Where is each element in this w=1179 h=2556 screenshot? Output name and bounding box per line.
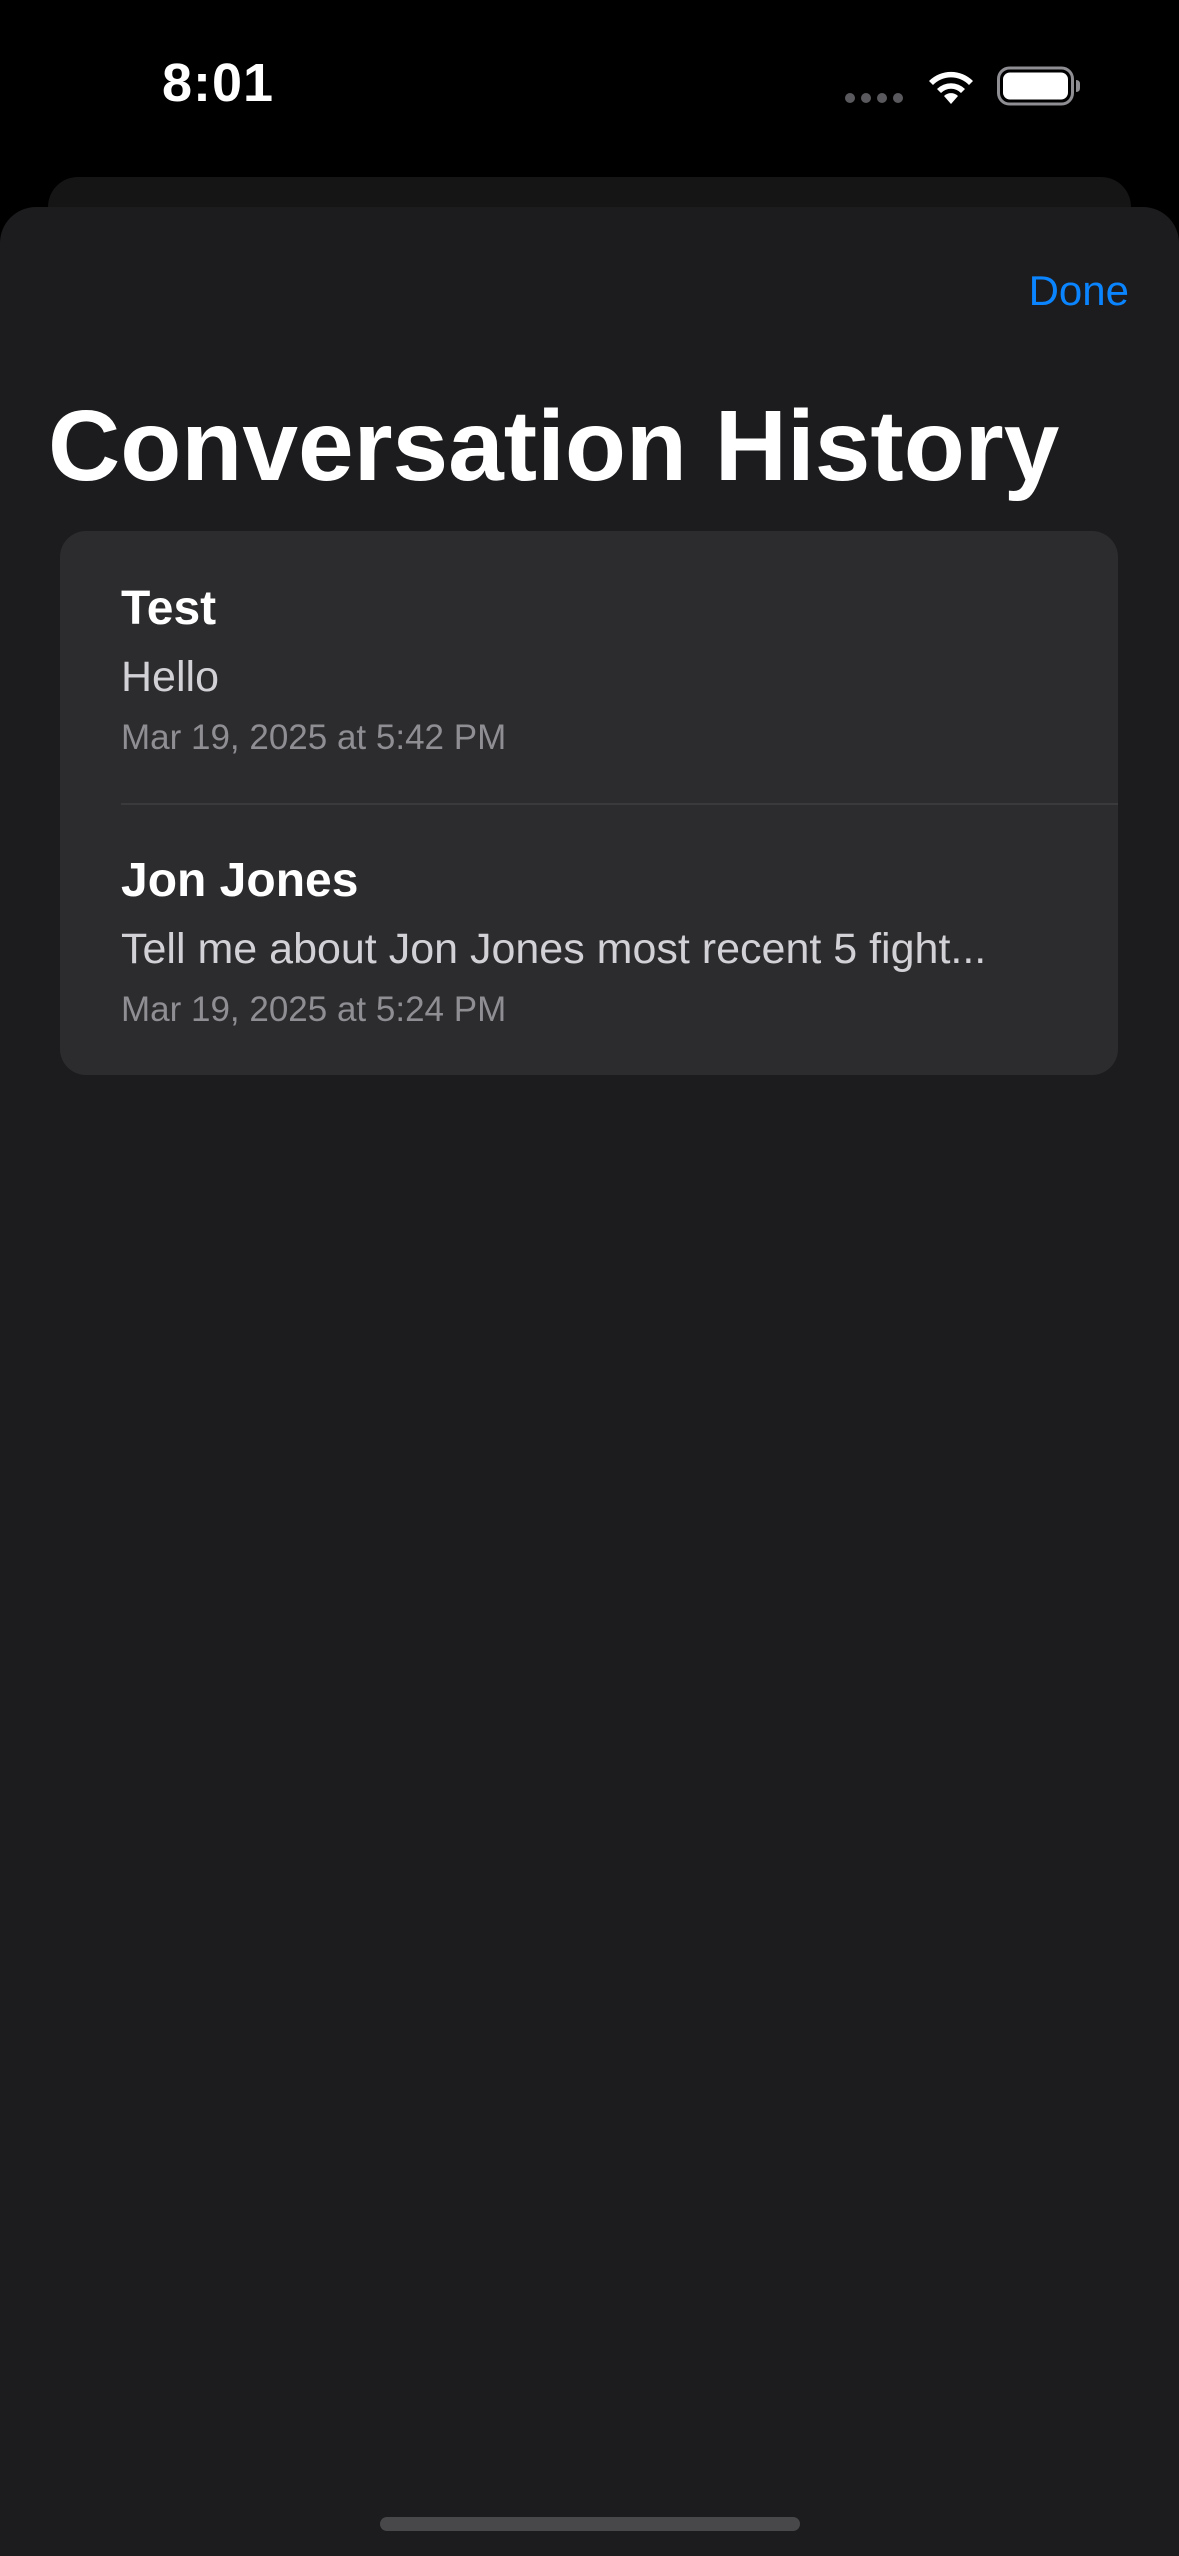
done-button[interactable]: Done (1029, 267, 1129, 315)
wifi-icon (929, 71, 973, 104)
conversation-item-jon-jones[interactable]: Jon Jones Tell me about Jon Jones most r… (60, 803, 1118, 1075)
conversation-preview: Tell me about Jon Jones most recent 5 fi… (121, 925, 987, 973)
page-title: Conversation History (48, 390, 1060, 502)
battery-icon (997, 66, 1080, 106)
status-bar: 8:01 (0, 0, 1179, 170)
status-time: 8:01 (162, 53, 275, 113)
home-indicator[interactable] (380, 2517, 800, 2531)
conversation-date: Mar 19, 2025 at 5:42 PM (121, 718, 507, 757)
conversation-preview: Hello (121, 653, 219, 701)
conversation-title: Jon Jones (121, 854, 359, 907)
cellular-signal-icon (845, 93, 905, 105)
conversation-title: Test (121, 582, 217, 635)
screen: 8:01 Done Conversation History Test Hell… (0, 0, 1179, 2556)
conversation-date: Mar 19, 2025 at 5:24 PM (121, 990, 507, 1029)
conversation-item-test[interactable]: Test Hello Mar 19, 2025 at 5:42 PM (60, 531, 1118, 803)
conversation-list: Test Hello Mar 19, 2025 at 5:42 PM Jon J… (60, 531, 1118, 1075)
conversation-history-sheet: Done Conversation History Test Hello Mar… (0, 207, 1179, 2556)
